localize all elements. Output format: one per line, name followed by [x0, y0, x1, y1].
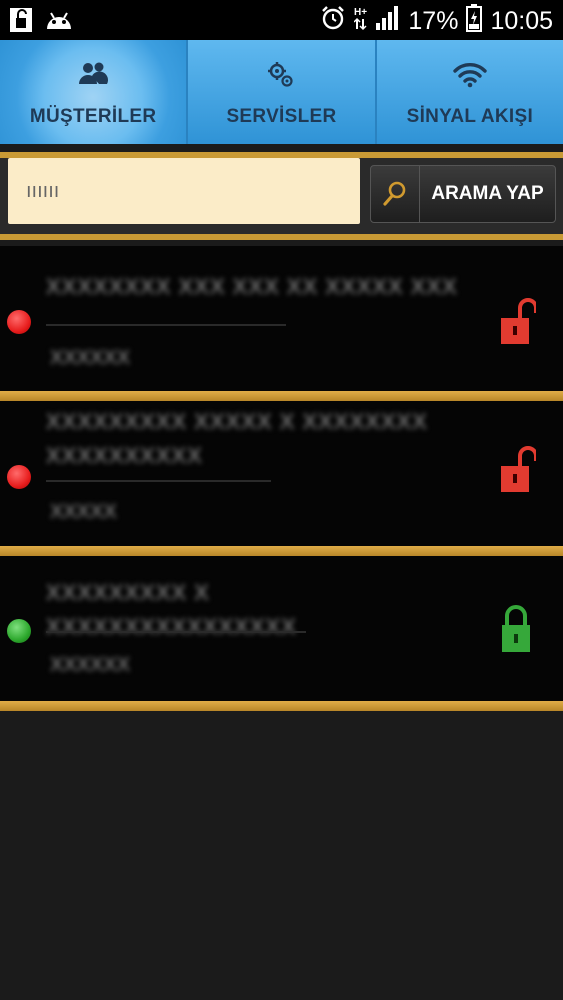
- signal-icon: [376, 5, 400, 38]
- hplus-network-icon: H+: [353, 5, 368, 38]
- list-separator: [0, 546, 563, 556]
- customer-list: XXXXXXXX XXX XXX XX XXXXX XXX XXXXXX XXX…: [0, 246, 563, 711]
- tab-label: SİNYAL AKIŞI: [406, 106, 534, 127]
- list-separator: [0, 701, 563, 711]
- unlocked-icon[interactable]: [500, 296, 538, 355]
- list-item[interactable]: XXXXXXXXX X XXXXXXXXXXXXXXXX XXXXXX: [0, 556, 563, 701]
- customer-title: XXXXXXXX XXX XXX XX XXXXX XXX: [46, 274, 458, 299]
- tab-musteriler[interactable]: MÜŞTERİLER: [0, 40, 189, 144]
- divider: [46, 480, 271, 482]
- tab-label: MÜŞTERİLER: [29, 106, 157, 127]
- unlocked-icon[interactable]: [500, 444, 538, 503]
- search-input[interactable]: [8, 158, 360, 224]
- search-icon: [371, 166, 420, 222]
- battery-charging-icon: [466, 4, 483, 39]
- tab-label: SERVİSLER: [226, 106, 337, 127]
- customer-title: XXXXXXXXX XXXXX X XXXXXXXX XXXXXXXXXX: [46, 409, 428, 468]
- tab-servisler[interactable]: SERVİSLER: [188, 40, 377, 144]
- status-dot-icon: [7, 310, 31, 334]
- divider: [46, 631, 306, 633]
- empty-area: [0, 714, 563, 1000]
- customer-subtitle: XXXXXX: [50, 654, 131, 676]
- customer-subtitle: XXXXX: [50, 501, 117, 523]
- divider: [46, 324, 286, 326]
- list-separator: [0, 391, 563, 401]
- list-item[interactable]: XXXXXXXX XXX XXX XX XXXXX XXX XXXXXX: [0, 246, 563, 391]
- status-bar: H+ 17% 10:05: [0, 0, 563, 40]
- battery-percentage: 17%: [408, 7, 459, 35]
- clock: 10:05: [490, 7, 553, 35]
- status-dot-icon: [7, 619, 31, 643]
- tab-bar: MÜŞTERİLER SERVİSLER SİNYAL AKIŞI: [0, 40, 563, 144]
- list-item[interactable]: XXXXXXXXX XXXXX X XXXXXXXX XXXXXXXXXX XX…: [0, 401, 563, 546]
- tab-sinyal-akisi[interactable]: SİNYAL AKIŞI: [376, 40, 563, 144]
- locked-icon[interactable]: [501, 603, 531, 662]
- customer-title: XXXXXXXXX X XXXXXXXXXXXXXXXX: [46, 580, 297, 639]
- gears-icon: [266, 60, 296, 95]
- android-icon: [44, 7, 74, 38]
- customer-subtitle: XXXXXX: [50, 347, 131, 369]
- svg-text:H+: H+: [354, 7, 367, 18]
- status-dot-icon: [7, 465, 31, 489]
- users-icon: [78, 60, 109, 91]
- lock-notification-icon: [8, 6, 34, 39]
- wifi-icon: [452, 60, 488, 93]
- search-button-label: ARAMA YAP: [431, 183, 544, 204]
- alarm-icon: [320, 5, 346, 38]
- search-button[interactable]: ARAMA YAP: [370, 165, 556, 223]
